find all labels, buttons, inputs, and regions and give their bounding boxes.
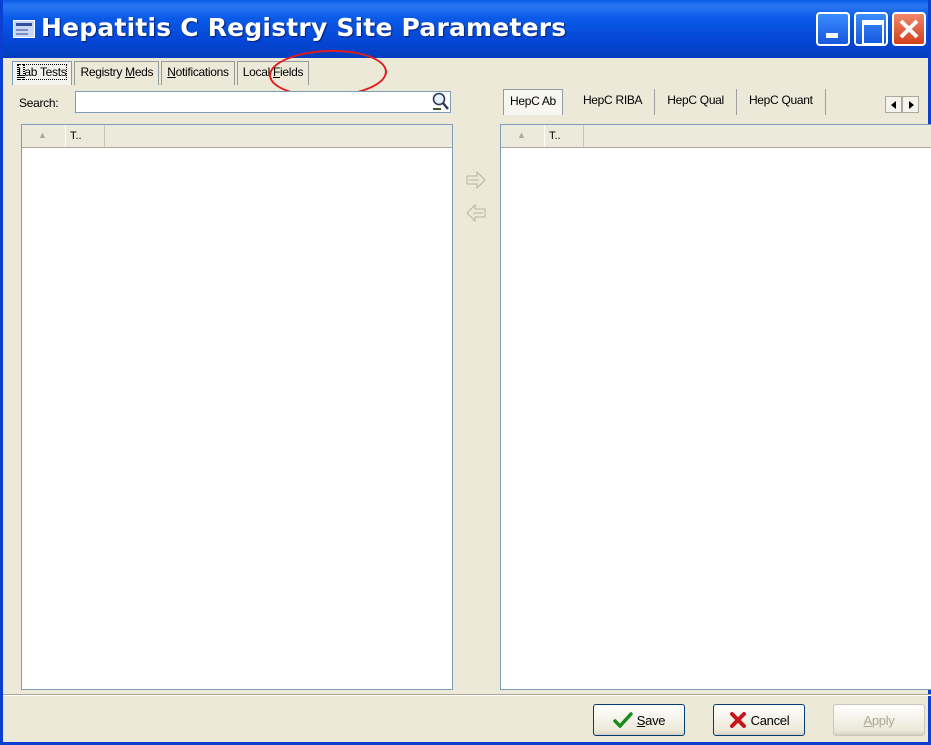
double-arrow-right-icon	[466, 170, 486, 190]
sort-indicator-icon[interactable]: ▲	[22, 125, 65, 147]
minimize-button[interactable]	[816, 12, 850, 46]
search-button[interactable]	[431, 92, 450, 111]
tab-hepc-qual[interactable]: HepC Qual	[655, 89, 737, 115]
checkmark-icon	[613, 712, 633, 728]
divider	[3, 694, 931, 696]
window-title: Hepatitis C Registry Site Parameters	[41, 13, 567, 42]
column-header-type[interactable]: T..	[544, 125, 584, 147]
cancel-button[interactable]: Cancel	[713, 704, 805, 736]
search-input[interactable]	[75, 91, 451, 113]
tab-scroll-left-button[interactable]	[885, 96, 902, 113]
triangle-left-icon	[891, 101, 896, 109]
tab-scroll-right-button[interactable]	[902, 96, 919, 113]
test-type-tab-strip: HepC Ab HepC RIBA HepC Qual HepC Quant	[503, 89, 826, 115]
app-window: Hepatitis C Registry Site Parameters Lab…	[0, 0, 931, 745]
list-header: ▲ T..	[22, 125, 452, 148]
app-icon	[13, 20, 35, 38]
x-icon	[729, 712, 746, 728]
search-label: Search:	[19, 96, 59, 110]
add-to-selected-button[interactable]	[465, 170, 487, 190]
sort-indicator-icon[interactable]: ▲	[501, 125, 544, 147]
title-bar[interactable]: Hepatitis C Registry Site Parameters	[3, 0, 928, 58]
selected-tests-list[interactable]: ▲ T..	[500, 124, 931, 690]
main-tab-strip: Lab Tests Registry Meds Notifications Lo…	[12, 61, 311, 85]
tab-scroll-buttons	[885, 96, 931, 113]
save-button[interactable]: Save	[593, 704, 685, 736]
tab-lab-tests[interactable]: Lab Tests	[12, 61, 73, 85]
tab-notifications[interactable]: Notifications	[161, 61, 235, 85]
triangle-right-icon	[909, 101, 914, 109]
column-header-type[interactable]: T..	[65, 125, 105, 147]
tab-hepc-ab[interactable]: HepC Ab	[503, 89, 563, 115]
available-tests-list[interactable]: ▲ T..	[21, 124, 453, 690]
apply-button[interactable]: Apply	[833, 704, 925, 736]
remove-from-selected-button[interactable]	[465, 203, 487, 223]
tab-registry-meds[interactable]: Registry Meds	[74, 61, 160, 85]
tab-hepc-riba[interactable]: HepC RIBA	[571, 89, 656, 115]
close-icon	[899, 19, 919, 39]
maximize-button[interactable]	[854, 12, 888, 46]
tab-hepc-quant[interactable]: HepC Quant	[737, 89, 826, 115]
close-button[interactable]	[892, 12, 926, 46]
search-icon	[432, 92, 449, 110]
list-header: ▲ T..	[501, 125, 931, 148]
double-arrow-left-icon	[466, 203, 486, 223]
